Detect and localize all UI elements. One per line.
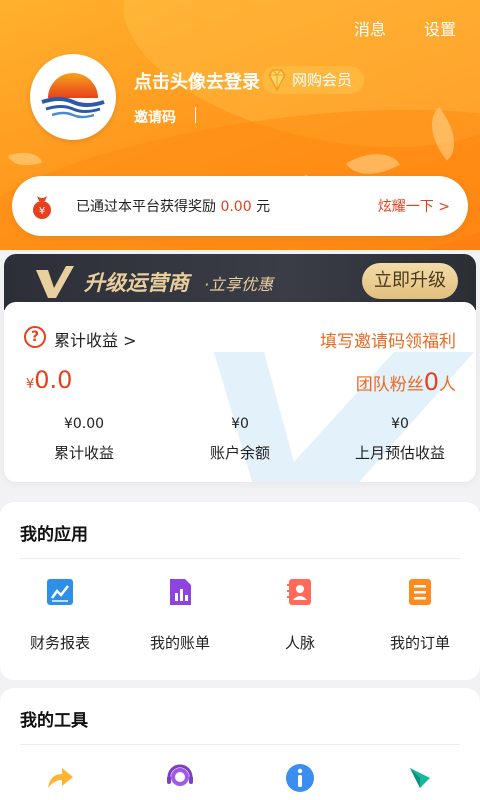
avatar[interactable] — [30, 54, 116, 140]
leaf-decoration — [7, 145, 43, 173]
stat-cumulative: ¥0.00 累计收益 — [4, 416, 164, 463]
team-fans: 团队粉丝0人 — [356, 368, 456, 396]
invite-code-label: 邀请码 — [134, 110, 176, 126]
member-badge-label: 网购会员 — [292, 71, 353, 89]
earnings-card: ? 累计收益 > 填写邀请码领福利 ¥0.0 团队粉丝0人 ¥0.00 累计收益… — [4, 302, 476, 482]
upgrade-subtitle: ·立享优惠 — [204, 275, 274, 294]
reward-amount: 0.00 — [220, 199, 252, 215]
contacts-icon — [287, 579, 311, 605]
apps-grid: 财务报表 我的账单 人脉 我的订单 — [0, 576, 480, 653]
share-arrow-icon — [48, 768, 73, 788]
app-label: 人脉 — [284, 634, 315, 652]
app-my-orders[interactable]: 我的订单 — [360, 576, 480, 653]
app-label: 我的订单 — [389, 634, 450, 652]
reward-summary: 已通过本平台获得奖励 0.00 元 — [76, 196, 270, 216]
settings-link[interactable]: 设置 — [424, 16, 456, 40]
my-tools-section: 我的工具 — [0, 688, 480, 800]
header-actions: 消息 设置 — [354, 16, 456, 40]
section-title: 我的应用 — [20, 525, 88, 545]
stat-value: ¥0.00 — [63, 416, 105, 432]
compass-icon — [410, 768, 430, 788]
money-bag-icon: ¥ — [33, 196, 51, 219]
messages-link[interactable]: 消息 — [354, 16, 386, 40]
total-amount: ¥0.0 — [26, 366, 72, 394]
order-list-icon — [409, 579, 431, 605]
stat-balance: ¥0 账户余额 — [160, 416, 320, 463]
stat-label: 账户余额 — [209, 444, 270, 462]
upgrade-title: 升级运营商 — [84, 271, 189, 295]
reward-unit: 元 — [256, 199, 271, 215]
app-label: 我的账单 — [149, 634, 210, 652]
upgrade-now-button[interactable]: 立即升级 — [362, 263, 458, 299]
chart-report-icon — [47, 579, 73, 605]
app-financial-report[interactable]: 财务报表 — [0, 576, 120, 653]
customer-service-icon — [167, 764, 193, 786]
app-contacts[interactable]: 人脉 — [240, 576, 360, 653]
login-prompt[interactable]: 点击头像去登录 — [134, 68, 260, 94]
stat-label: 上月预估收益 — [354, 444, 445, 462]
svg-text:¥: ¥ — [39, 206, 45, 217]
diamond-icon — [268, 69, 286, 92]
divider — [20, 558, 460, 559]
tool-compass[interactable] — [360, 762, 480, 798]
question-icon[interactable]: ? — [24, 326, 46, 348]
divider — [20, 744, 460, 745]
reward-card: ¥ 已通过本平台获得奖励 0.00 元 炫耀一下 > — [12, 176, 468, 236]
app-label: 财务报表 — [29, 634, 90, 652]
tool-info[interactable] — [240, 762, 360, 798]
bill-icon — [170, 579, 191, 605]
show-off-link[interactable]: 炫耀一下 > — [378, 196, 450, 216]
cumulative-earnings-title: 累计收益 — [54, 331, 119, 350]
tool-customer-service[interactable] — [120, 762, 240, 798]
v-logo-icon — [36, 266, 74, 298]
my-apps-section: 我的应用 财务报表 我的账单 人脉 我的订单 — [0, 502, 480, 680]
reward-prefix: 已通过本平台获得奖励 — [76, 199, 216, 215]
stat-value: ¥0 — [231, 416, 249, 432]
app-my-bill[interactable]: 我的账单 — [120, 576, 240, 653]
invite-welfare-link[interactable]: 填写邀请码领福利 — [320, 327, 456, 352]
stat-last-month: ¥0 上月预估收益 — [320, 416, 476, 463]
tool-share[interactable] — [0, 762, 120, 798]
stat-value: ¥0 — [391, 416, 409, 432]
stat-label: 累计收益 — [53, 444, 114, 462]
total-amount-value: 0.0 — [34, 366, 73, 394]
fans-count: 0 — [423, 368, 439, 396]
tools-grid — [0, 762, 480, 798]
sunrise-logo-icon — [41, 73, 105, 119]
fans-suffix: 人 — [439, 375, 456, 395]
info-icon — [286, 764, 314, 792]
section-title: 我的工具 — [20, 711, 88, 731]
member-badge: 网购会员 — [262, 66, 365, 94]
chevron-right-icon: > — [123, 331, 137, 350]
invite-divider — [195, 107, 196, 123]
fans-prefix: 团队粉丝 — [355, 375, 424, 395]
cumulative-earnings-link[interactable]: 累计收益 > — [54, 327, 137, 351]
